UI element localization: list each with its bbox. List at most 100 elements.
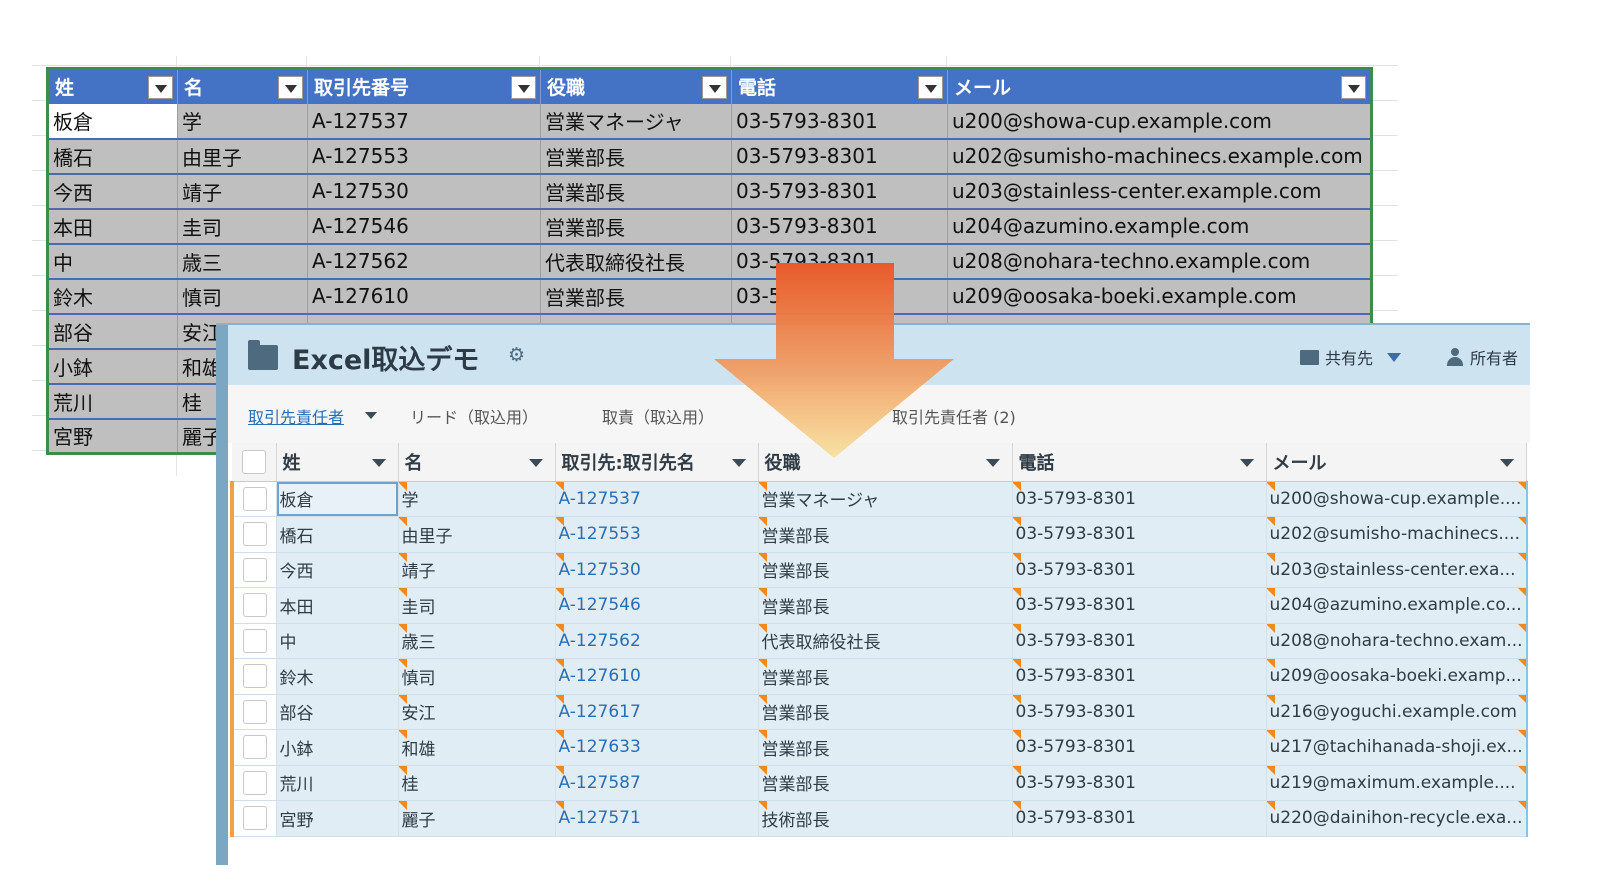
grid-cell[interactable]: 代表取締役社長 xyxy=(758,623,1013,659)
excel-cell[interactable]: 営業部長 xyxy=(540,278,732,315)
grid-cell[interactable]: 今西 xyxy=(276,552,399,588)
excel-cell[interactable]: 営業部長 xyxy=(540,138,732,175)
chevron-down-icon[interactable] xyxy=(731,459,746,467)
excel-column-header[interactable]: 電話 xyxy=(731,68,948,104)
account-link[interactable]: A-127587 xyxy=(555,765,759,801)
excel-column-header[interactable]: 取引先番号 xyxy=(307,68,541,104)
owner-button[interactable]: 所有者 xyxy=(1446,345,1518,369)
grid-column-header[interactable]: 役職 xyxy=(758,443,1013,482)
grid-cell[interactable]: 桂 xyxy=(398,765,556,801)
excel-cell[interactable]: 03-5 xyxy=(731,278,948,315)
filter-dropdown-icon[interactable] xyxy=(918,76,943,99)
account-link[interactable]: A-127562 xyxy=(555,623,759,659)
filter-dropdown-icon[interactable] xyxy=(702,76,727,99)
excel-cell[interactable]: A-127610 xyxy=(307,278,541,315)
filter-dropdown-icon[interactable] xyxy=(511,76,536,99)
chevron-down-icon[interactable] xyxy=(1239,459,1254,467)
grid-column-header[interactable]: 名 xyxy=(398,443,556,482)
account-link[interactable]: A-127610 xyxy=(555,658,759,695)
excel-cell[interactable]: 03-5793-8301 xyxy=(731,243,948,280)
excel-cell[interactable]: 橋石 xyxy=(47,138,178,175)
excel-cell[interactable]: u209@oosaka-boeki.example.com xyxy=(947,278,1372,315)
grid-column-header[interactable]: 取引先:取引先名 xyxy=(555,443,759,482)
row-checkbox[interactable] xyxy=(242,522,267,547)
account-link[interactable]: A-127537 xyxy=(555,481,759,517)
grid-cell[interactable]: 営業部長 xyxy=(758,694,1013,730)
grid-cell[interactable]: u200@showa-cup.example.... xyxy=(1266,481,1528,517)
excel-cell[interactable]: 慎司 xyxy=(177,278,308,315)
grid-cell[interactable]: 03-5793-8301 xyxy=(1012,623,1267,659)
chevron-down-icon[interactable] xyxy=(371,459,386,467)
grid-cell[interactable]: 宮野 xyxy=(276,800,399,837)
shared-button[interactable]: 共有先 xyxy=(1300,345,1402,369)
excel-cell[interactable]: 営業部長 xyxy=(540,208,732,245)
row-checkbox[interactable] xyxy=(242,770,267,795)
excel-column-header[interactable]: メール xyxy=(947,68,1372,104)
filter-dropdown-icon[interactable] xyxy=(1341,76,1366,99)
grid-cell[interactable]: 板倉 xyxy=(276,481,399,517)
excel-column-header[interactable]: 役職 xyxy=(540,68,732,104)
grid-cell[interactable]: 営業部長 xyxy=(758,587,1013,624)
grid-cell[interactable]: 慎司 xyxy=(398,658,556,695)
tab-contacts-2[interactable]: 取引先責任者 (2) xyxy=(892,404,1016,428)
grid-cell[interactable]: 歳三 xyxy=(398,623,556,659)
grid-cell[interactable]: 小鉢 xyxy=(276,729,399,766)
excel-cell[interactable]: 靖子 xyxy=(177,173,308,210)
grid-column-header[interactable]: メール xyxy=(1266,443,1528,482)
account-link[interactable]: A-127633 xyxy=(555,729,759,766)
row-checkbox[interactable] xyxy=(242,699,267,724)
row-checkbox[interactable] xyxy=(242,557,267,582)
grid-cell[interactable]: 本田 xyxy=(276,587,399,624)
excel-cell[interactable]: u202@sumisho-machinecs.example.com xyxy=(947,138,1372,175)
excel-cell[interactable]: 今西 xyxy=(47,173,178,210)
grid-cell[interactable]: u204@azumino.example.co... xyxy=(1266,587,1528,624)
excel-cell[interactable]: 03-5793-8301 xyxy=(731,138,948,175)
tab-leads-import[interactable]: リード（取込用） xyxy=(410,404,538,428)
account-link[interactable]: A-127571 xyxy=(555,800,759,837)
chevron-down-icon[interactable] xyxy=(1500,459,1515,467)
grid-column-header[interactable]: 電話 xyxy=(1012,443,1267,482)
excel-cell[interactable]: u208@nohara-techno.example.com xyxy=(947,243,1372,280)
excel-column-header[interactable]: 姓 xyxy=(47,68,178,104)
excel-cell[interactable]: u203@stainless-center.example.com xyxy=(947,173,1372,210)
grid-cell[interactable]: 営業部長 xyxy=(758,552,1013,588)
excel-cell[interactable]: A-127537 xyxy=(307,103,541,140)
grid-cell[interactable]: 03-5793-8301 xyxy=(1012,552,1267,588)
excel-cell[interactable]: A-127530 xyxy=(307,173,541,210)
excel-cell[interactable]: 03-5793-8301 xyxy=(731,208,948,245)
chevron-down-icon[interactable] xyxy=(528,459,543,467)
account-link[interactable]: A-127617 xyxy=(555,694,759,730)
row-checkbox[interactable] xyxy=(242,593,267,618)
grid-cell[interactable]: 学 xyxy=(398,481,556,517)
grid-cell[interactable]: 03-5793-8301 xyxy=(1012,800,1267,837)
excel-cell[interactable]: 歳三 xyxy=(177,243,308,280)
row-checkbox[interactable] xyxy=(242,664,267,689)
grid-cell[interactable]: 部谷 xyxy=(276,694,399,730)
excel-cell[interactable]: 中 xyxy=(47,243,178,280)
grid-cell[interactable]: 技術部長 xyxy=(758,800,1013,837)
excel-cell[interactable]: 荒川 xyxy=(47,383,178,420)
grid-cell[interactable]: 橋石 xyxy=(276,516,399,553)
excel-cell[interactable]: 03-5793-8301 xyxy=(731,173,948,210)
grid-cell[interactable]: u216@yoguchi.example.com xyxy=(1266,694,1528,730)
grid-cell[interactable]: 03-5793-8301 xyxy=(1012,765,1267,801)
account-link[interactable]: A-127546 xyxy=(555,587,759,624)
excel-cell[interactable]: A-127546 xyxy=(307,208,541,245)
grid-cell[interactable]: 営業マネージャ xyxy=(758,481,1013,517)
excel-cell[interactable]: 代表取締役社長 xyxy=(540,243,732,280)
grid-cell[interactable]: 営業部長 xyxy=(758,765,1013,801)
excel-cell[interactable]: 部谷 xyxy=(47,313,178,350)
excel-cell[interactable]: u204@azumino.example.com xyxy=(947,208,1372,245)
excel-cell[interactable]: 営業マネージャ xyxy=(540,103,732,140)
row-checkbox[interactable] xyxy=(242,486,267,511)
grid-cell[interactable]: 圭司 xyxy=(398,587,556,624)
grid-cell[interactable]: 由里子 xyxy=(398,516,556,553)
excel-column-header[interactable]: 名 xyxy=(177,68,308,104)
filter-dropdown-icon[interactable] xyxy=(148,76,173,99)
grid-cell[interactable]: 03-5793-8301 xyxy=(1012,481,1267,517)
grid-cell[interactable]: u208@nohara-techno.exam... xyxy=(1266,623,1528,659)
grid-column-header[interactable]: 姓 xyxy=(276,443,399,482)
tab-contacts-import[interactable]: 取責（取込用） xyxy=(602,404,714,428)
grid-cell[interactable]: 鈴木 xyxy=(276,658,399,695)
excel-cell[interactable]: A-127562 xyxy=(307,243,541,280)
